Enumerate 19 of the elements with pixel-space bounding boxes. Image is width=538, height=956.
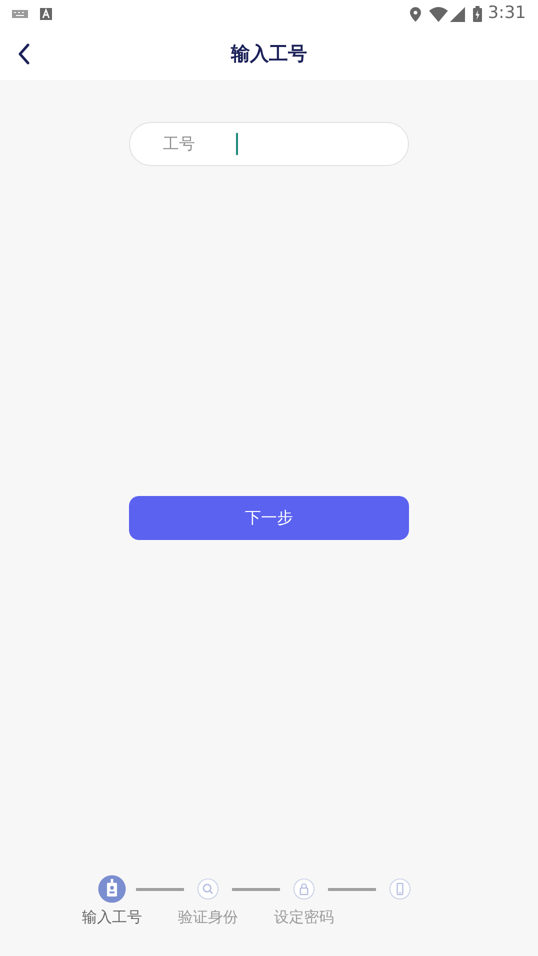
status-time: 3:31 [488, 2, 526, 26]
text-icon [40, 8, 52, 20]
phone-icon [389, 878, 411, 900]
lock-icon [293, 878, 315, 900]
page-title: 输入工号 [231, 42, 307, 67]
search-icon [197, 878, 219, 900]
location-icon [410, 6, 421, 22]
employee-id-field[interactable]: 工号 [129, 122, 409, 166]
wifi-icon [428, 6, 448, 22]
back-icon [17, 43, 31, 65]
keyboard-icon [12, 10, 28, 18]
field-label: 工号 [163, 133, 196, 155]
next-button[interactable]: 下一步 [129, 496, 409, 540]
badge-icon [97, 874, 127, 904]
battery-icon [472, 6, 482, 22]
signal-icon [450, 6, 465, 22]
step-label: 验证身份 [178, 906, 238, 928]
step-label: 设定密码 [274, 906, 334, 928]
step-label: 输入工号 [82, 906, 142, 928]
